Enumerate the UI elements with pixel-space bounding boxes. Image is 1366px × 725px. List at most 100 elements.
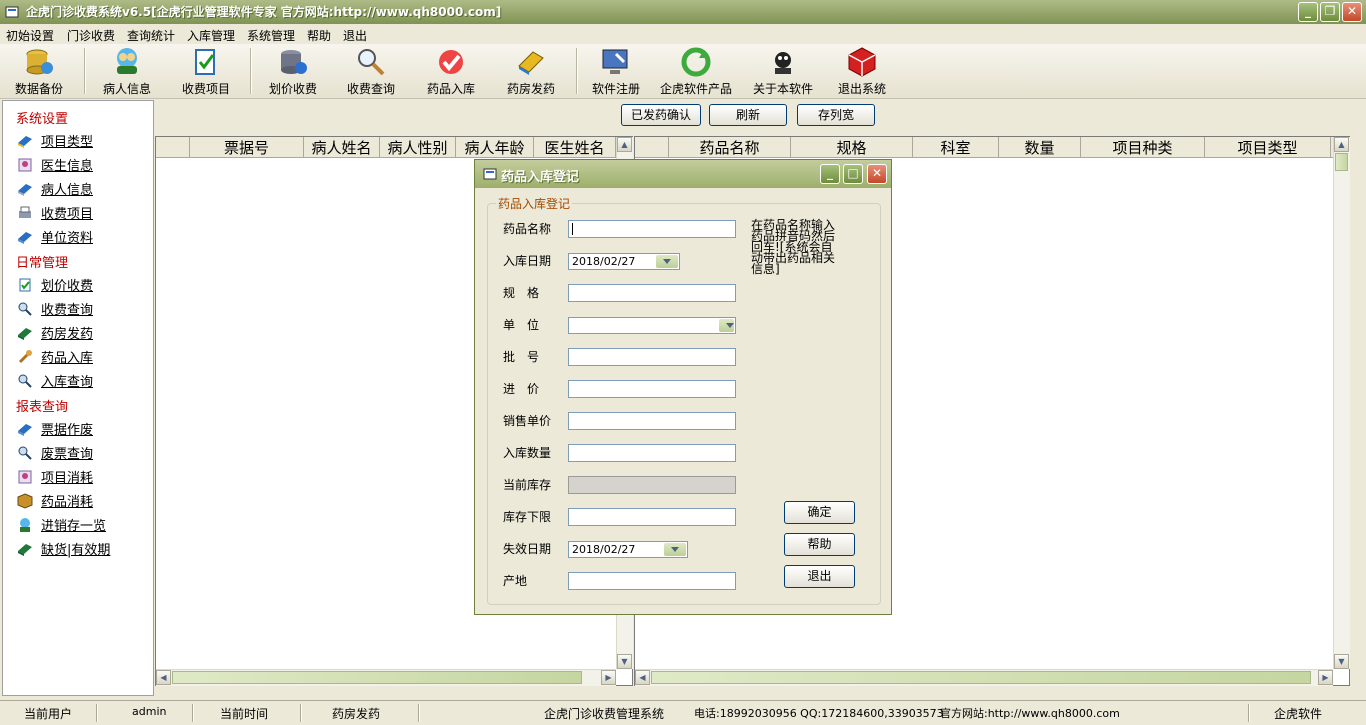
products-button[interactable]: 企虎软件产品 — [656, 46, 736, 96]
vscroll-thumb[interactable] — [1335, 153, 1348, 171]
book-icon — [18, 424, 32, 436]
chevron-down-icon[interactable] — [656, 255, 678, 268]
status-brand: 企虎软件 — [1274, 707, 1323, 721]
check-badge-icon — [439, 50, 463, 74]
chevron-down-icon[interactable] — [719, 319, 734, 332]
status-website: 官方网站:http://www.qh8000.com — [940, 707, 1120, 720]
magnifier-icon — [358, 49, 385, 76]
col-patient-age[interactable]: 病人年龄 — [456, 137, 534, 157]
scroll-right-icon[interactable]: ▶ — [1318, 670, 1333, 685]
label-spec: 规 格 — [503, 286, 540, 300]
col-doctor-name[interactable]: 医生姓名 — [534, 137, 616, 157]
drug-name-input[interactable] — [568, 220, 736, 238]
col-patient-name[interactable]: 病人姓名 — [304, 137, 380, 157]
medicine-box-icon — [18, 544, 32, 556]
minimize-button[interactable]: _ — [1298, 2, 1318, 22]
label-unit: 单 位 — [503, 318, 540, 332]
origin-input[interactable] — [568, 572, 736, 590]
medicine-table-vscroll[interactable]: ▲ ▼ — [1333, 137, 1350, 669]
magnifier-icon — [18, 302, 32, 316]
scroll-left-icon[interactable]: ◀ — [635, 670, 650, 685]
menu-query[interactable]: 查询统计 — [127, 27, 175, 44]
save-column-width-button[interactable]: 存列宽 — [797, 104, 875, 126]
patients-icon — [20, 518, 30, 532]
pharmacy-dispense-button[interactable]: 药房发药 — [500, 46, 562, 96]
app-icon — [483, 168, 497, 180]
col-item-kind[interactable]: 项目种类 — [1081, 137, 1205, 157]
window-title: 企虎门诊收费系统v6.5[企虎行业管理软件专家 官方网站:http://www.… — [26, 5, 502, 19]
spec-input[interactable] — [568, 284, 736, 302]
menu-system[interactable]: 系统管理 — [247, 27, 295, 44]
ok-button[interactable]: 确定 — [784, 501, 855, 524]
chevron-down-icon[interactable] — [664, 543, 686, 556]
menu-init[interactable]: 初始设置 — [6, 27, 54, 44]
label-sale-price: 销售单价 — [503, 414, 552, 428]
col-item-type[interactable]: 项目类型 — [1205, 137, 1331, 157]
batch-no-input[interactable] — [568, 348, 736, 366]
col-receipt-no[interactable]: 票据号 — [190, 137, 304, 157]
book-icon — [18, 184, 32, 196]
clipboard-check-icon — [195, 49, 215, 75]
sidebar-section-reports: 报表查询 — [16, 400, 69, 415]
about-button[interactable]: 关于本软件 — [748, 46, 818, 96]
hscroll-thumb[interactable] — [172, 671, 582, 684]
fee-items-button[interactable]: 收费项目 — [176, 46, 236, 96]
stock-min-input[interactable] — [568, 508, 736, 526]
receipt-table-hscroll[interactable]: ◀ ▶ — [156, 669, 616, 686]
quantity-input[interactable] — [568, 444, 736, 462]
scroll-left-icon[interactable]: ◀ — [156, 670, 171, 685]
scroll-up-icon[interactable]: ▲ — [1334, 137, 1349, 152]
doctor-icon — [18, 470, 32, 484]
menu-exit[interactable]: 退出 — [343, 27, 367, 44]
restore-button[interactable]: ❐ — [1320, 2, 1340, 22]
dispensed-confirm-button[interactable]: 已发药确认 — [621, 104, 701, 126]
help-button[interactable]: 帮助 — [784, 533, 855, 556]
dialog-minimize-button[interactable]: _ — [820, 164, 840, 184]
fee-query-button[interactable]: 收费查询 — [340, 46, 402, 96]
package-icon — [17, 493, 33, 509]
backup-button[interactable]: 数据备份 — [6, 46, 72, 96]
toolbar: 数据备份 病人信息 收费项目 划价收费 收费查询 药品入库 药房发药 软件注册 … — [0, 44, 1366, 99]
medicine-box-icon — [518, 51, 544, 75]
register-button[interactable]: 软件注册 — [586, 46, 646, 96]
dialog-maximize-button[interactable]: □ — [843, 164, 863, 184]
drug-stock-in-button[interactable]: 药品入库 — [420, 46, 482, 96]
sidebar-section-daily: 日常管理 — [16, 256, 69, 271]
col-spec[interactable]: 规格 — [791, 137, 913, 157]
col-department[interactable]: 科室 — [913, 137, 999, 157]
exit-system-button[interactable]: 退出系统 — [832, 46, 892, 96]
dialog-close-button[interactable]: ✕ — [867, 164, 887, 184]
scroll-down-icon[interactable]: ▼ — [617, 654, 632, 669]
purchase-price-input[interactable] — [568, 380, 736, 398]
sale-price-input[interactable] — [568, 412, 736, 430]
book-icon — [18, 232, 32, 244]
stock-in-date-picker[interactable]: 2018/02/27 — [568, 253, 680, 270]
pricing-button[interactable]: 划价收费 — [262, 46, 324, 96]
menu-help[interactable]: 帮助 — [307, 27, 331, 44]
scroll-down-icon[interactable]: ▼ — [1334, 654, 1349, 669]
col-quantity[interactable]: 数量 — [999, 137, 1081, 157]
close-button[interactable]: ✕ — [1342, 2, 1362, 22]
exit-button[interactable]: 退出 — [784, 565, 855, 588]
unit-select[interactable] — [568, 317, 736, 334]
label-quantity: 入库数量 — [503, 446, 552, 460]
expiry-date-picker[interactable]: 2018/02/27 — [568, 541, 688, 558]
refresh-button[interactable]: 刷新 — [709, 104, 787, 126]
clipboard-check-icon — [19, 278, 31, 292]
scroll-right-icon[interactable]: ▶ — [601, 670, 616, 685]
menu-clinic[interactable]: 门诊收费 — [67, 27, 115, 44]
dialog-title-bar: 药品入库登记 _ □ ✕ — [475, 160, 891, 188]
patient-info-button[interactable]: 病人信息 — [96, 46, 158, 96]
title-bar: 企虎门诊收费系统v6.5[企虎行业管理软件专家 官方网站:http://www.… — [0, 0, 1366, 24]
menu-stock[interactable]: 入库管理 — [187, 27, 235, 44]
status-user-label: 当前用户 — [24, 707, 73, 721]
wrench-icon — [18, 350, 32, 364]
col-patient-sex[interactable]: 病人性别 — [380, 137, 456, 157]
col-drug-name[interactable]: 药品名称 — [669, 137, 791, 157]
hint-text: 在药品名称输入药品拼音码然后回车![系统会自动带出药品相关信息] — [751, 218, 836, 276]
hscroll-thumb[interactable] — [651, 671, 1311, 684]
medicine-table-hscroll[interactable]: ◀ ▶ — [635, 669, 1333, 686]
label-stock-in-date: 入库日期 — [503, 254, 552, 268]
label-stock-min: 库存下限 — [503, 510, 552, 524]
scroll-up-icon[interactable]: ▲ — [617, 137, 632, 152]
